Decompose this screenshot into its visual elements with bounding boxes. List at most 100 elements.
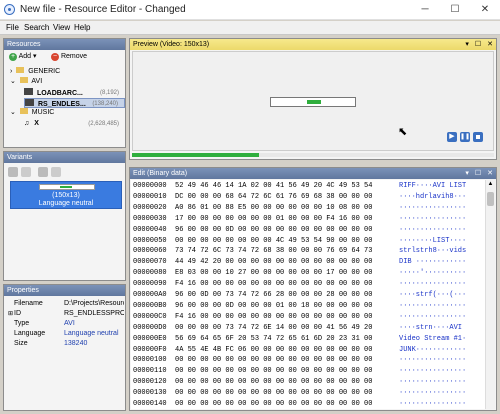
paste-variant-icon[interactable] [51,167,61,177]
menu-search[interactable]: Search [24,23,49,32]
add-variant-icon[interactable] [8,167,18,177]
hex-ascii[interactable]: JUNK············ [399,345,466,356]
hex-ascii[interactable]: ········LIST···· [399,236,466,247]
hex-bytes[interactable]: 96 00 00 00 0D 00 00 00 00 00 00 00 00 0… [175,225,372,236]
hex-row[interactable]: 000000E0 56 69 64 65 6F 20 53 74 72 65 61… [131,334,486,345]
remove-button[interactable]: − Remove [51,52,87,62]
hex-ascii[interactable]: ·····'·········· [399,268,466,279]
tree-item-generic[interactable]: › GENERIC [10,67,122,77]
minimize-button[interactable]: ─ [410,0,440,20]
add-button[interactable]: + Add ▾ [9,52,37,62]
hex-ascii[interactable]: Video Stream #1· [399,334,466,345]
variant-item[interactable]: (150x13) Language neutral [10,181,122,209]
hex-bytes[interactable]: 17 00 00 00 00 00 00 00 01 00 00 00 F4 1… [175,214,372,225]
hex-ascii[interactable]: ················ [399,312,466,323]
hex-row[interactable]: 00000110 00 00 00 00 00 00 00 00 00 00 00… [131,366,486,377]
hex-ascii[interactable]: ················ [399,388,466,399]
property-row[interactable]: Filename D:\Projects\Resource [8,299,124,309]
property-row[interactable]: Type AVI [8,319,123,329]
tree-item-music[interactable]: ⌄ MUSIC [10,108,122,118]
hex-bytes[interactable]: 00 00 00 00 00 00 00 00 4C 49 53 54 90 0… [175,236,372,247]
hex-bytes[interactable]: 00 00 00 00 00 00 00 00 00 00 00 00 00 0… [175,377,372,388]
hex-ascii[interactable]: RIFF····AVI LIST [399,181,466,192]
tree-item-avi[interactable]: ⌄ AVI [10,77,122,87]
property-row[interactable]: Size 138240 [8,339,123,349]
hex-row[interactable]: 00000070 44 49 42 20 00 00 00 00 00 00 00… [131,257,486,268]
hex-row[interactable]: 000000A0 96 00 0D 00 73 74 72 66 28 00 00… [131,290,486,301]
hex-ascii[interactable]: ················ [399,203,466,214]
menu-file[interactable]: File [6,23,19,32]
tree-item-rs-endless[interactable]: RS_ENDLES... (138,240) [24,98,125,108]
hex-row[interactable]: 000000B0 96 00 00 00 0D 00 00 00 01 00 18… [131,301,486,312]
hex-bytes[interactable]: 96 00 0D 00 73 74 72 66 28 00 00 00 28 0… [175,290,372,301]
hex-ascii[interactable]: DIB ············ [399,257,466,268]
dropdown-icon[interactable]: ▾ [465,41,469,48]
hex-ascii[interactable]: ················ [399,399,466,410]
hex-ascii[interactable]: ················ [399,225,466,236]
hex-bytes[interactable]: 44 49 42 20 00 00 00 00 00 00 00 00 00 0… [175,257,372,268]
hex-row[interactable]: 00000010 DC 00 00 00 68 64 72 6C 61 76 69… [131,192,486,203]
maximize-panel-icon[interactable]: ☐ [475,170,481,177]
hex-bytes[interactable]: 00 00 00 00 00 00 00 00 00 00 00 00 00 0… [175,366,372,377]
maximize-button[interactable]: ☐ [440,0,470,20]
menu-help[interactable]: Help [74,23,90,32]
stop-button[interactable] [473,132,483,142]
hex-row[interactable]: 00000030 17 00 00 00 00 00 00 00 01 00 00… [131,214,486,225]
hex-bytes[interactable]: DC 00 00 00 68 64 72 6C 61 76 69 68 38 0… [175,192,372,203]
hex-ascii[interactable]: ················ [399,279,466,290]
play-button[interactable]: ▶ [447,132,457,142]
hex-ascii[interactable]: strlstrh8···vids [399,246,466,257]
hex-ascii[interactable]: ····hdrlavih8··· [399,192,466,203]
hex-bytes[interactable]: A0 86 01 00 88 E5 00 00 00 00 00 00 10 0… [175,203,372,214]
hex-ascii[interactable]: ················ [399,366,466,377]
hex-view[interactable]: 00000000 52 49 46 46 14 1A 02 00 41 56 49… [131,180,486,409]
hex-ascii[interactable]: ················ [399,301,466,312]
hex-row[interactable]: 00000050 00 00 00 00 00 00 00 00 4C 49 53… [131,236,486,247]
hex-bytes[interactable]: 73 74 72 6C 73 74 72 68 38 00 00 00 76 6… [175,246,372,257]
hex-row[interactable]: 00000000 52 49 46 46 14 1A 02 00 41 56 49… [131,181,486,192]
hex-bytes[interactable]: F4 16 00 00 00 00 00 00 00 00 00 00 00 0… [175,312,372,323]
hex-bytes[interactable]: 00 00 00 00 00 00 00 00 00 00 00 00 00 0… [175,355,372,366]
hex-bytes[interactable]: F4 16 00 00 00 00 00 00 00 00 00 00 00 0… [175,279,372,290]
hex-row[interactable]: 00000060 73 74 72 6C 73 74 72 68 38 00 00… [131,246,486,257]
maximize-panel-icon[interactable]: ☐ [475,41,481,48]
hex-bytes[interactable]: 52 49 46 46 14 1A 02 00 41 56 49 20 4C 4… [175,181,372,192]
property-row[interactable]: Language Language neutral [8,329,123,339]
pause-button[interactable]: ❚❚ [460,132,470,142]
menu-view[interactable]: View [53,23,70,32]
close-button[interactable]: ✕ [470,0,500,20]
property-row[interactable]: ⊞ ID RS_ENDLESSPROGR [8,309,124,319]
hex-ascii[interactable]: ····strn····AVI [399,323,466,334]
close-panel-icon[interactable]: ✕ [487,41,493,48]
preview-progress-track[interactable] [132,153,494,157]
hex-ascii[interactable]: ················ [399,355,466,366]
copy-variant-icon[interactable] [38,167,48,177]
remove-variant-icon[interactable] [21,167,31,177]
hex-bytes[interactable]: 00 00 00 00 73 74 72 6E 14 00 00 00 41 5… [175,323,372,334]
hex-row[interactable]: 000000C0 F4 16 00 00 00 00 00 00 00 00 00… [131,312,486,323]
hex-bytes[interactable]: 4A 55 4E 4B FC 06 00 00 00 00 00 00 00 0… [175,345,372,356]
hex-ascii[interactable]: ····strf(···(··· [399,290,466,301]
hex-ascii[interactable]: ················ [399,377,466,388]
scroll-up-icon[interactable]: ▲ [487,181,494,189]
hex-row[interactable]: 00000120 00 00 00 00 00 00 00 00 00 00 00… [131,377,486,388]
hex-row[interactable]: 00000090 F4 16 00 00 00 00 00 00 00 00 00… [131,279,486,290]
close-panel-icon[interactable]: ✕ [487,170,493,177]
hex-row[interactable]: 00000080 E8 03 00 00 10 27 00 00 00 00 00… [131,268,486,279]
hex-row[interactable]: 00000130 00 00 00 00 00 00 00 00 00 00 00… [131,388,486,399]
hex-row[interactable]: 000000F0 4A 55 4E 4B FC 06 00 00 00 00 00… [131,345,486,356]
hex-bytes[interactable]: 96 00 00 00 0D 00 00 00 01 00 18 00 00 0… [175,301,372,312]
tree-item-x[interactable]: ♫ X (2,628,485) [24,119,125,129]
vertical-scrollbar[interactable]: ▲ [485,180,495,409]
hex-row[interactable]: 000000D0 00 00 00 00 73 74 72 6E 14 00 00… [131,323,486,334]
hex-row[interactable]: 00000040 96 00 00 00 0D 00 00 00 00 00 00… [131,225,486,236]
dropdown-icon[interactable]: ▾ [465,170,469,177]
scroll-thumb[interactable] [487,192,494,206]
hex-row[interactable]: 00000100 00 00 00 00 00 00 00 00 00 00 00… [131,355,486,366]
hex-row[interactable]: 00000140 00 00 00 00 00 00 00 00 00 00 00… [131,399,486,410]
hex-bytes[interactable]: 56 69 64 65 6F 20 53 74 72 65 61 6D 20 2… [175,334,372,345]
tree-item-loadbar[interactable]: LOADBARC... (8,192) [24,88,125,98]
hex-ascii[interactable]: ················ [399,214,466,225]
hex-row[interactable]: 00000020 A0 86 01 00 88 E5 00 00 00 00 00… [131,203,486,214]
hex-bytes[interactable]: 00 00 00 00 00 00 00 00 00 00 00 00 00 0… [175,399,372,410]
